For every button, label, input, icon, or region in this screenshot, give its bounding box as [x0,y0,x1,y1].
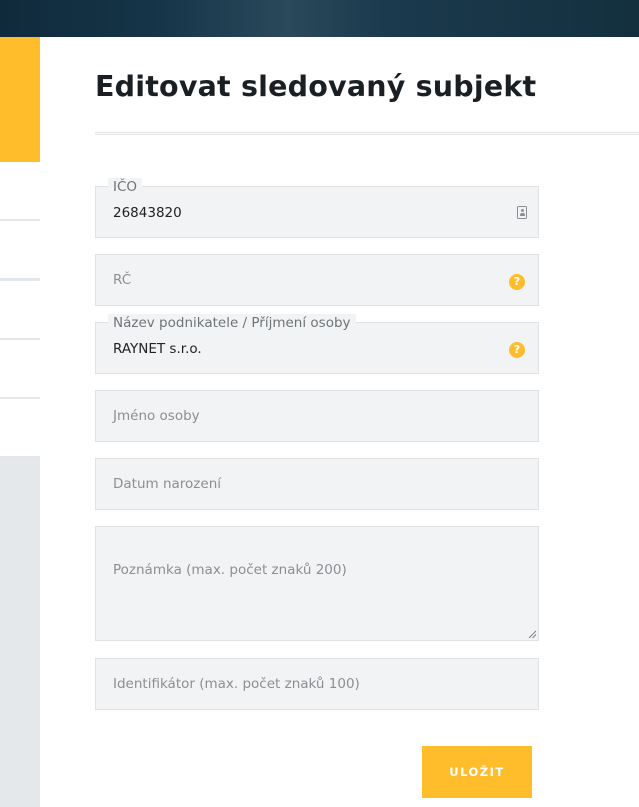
birth-date-field[interactable]: Datum narození [95,458,539,510]
note-placeholder: Poznámka (max. počet znaků 200) [113,562,347,578]
top-header-bar [0,0,639,37]
left-sidebar [0,37,40,807]
ico-label: IČO [108,178,143,196]
identifier-field[interactable]: Identifikátor (max. počet znaků 100) [95,658,539,710]
resize-grip-icon[interactable] [528,630,536,638]
rc-placeholder: RČ [113,272,132,288]
main-content: Editovat sledovaný subjekt IČO 26843820 … [40,37,639,807]
id-card-icon [517,206,527,219]
birth-date-placeholder: Datum narození [113,476,221,492]
ico-field[interactable]: IČO 26843820 [95,178,539,238]
page-title: Editovat sledovaný subjekt [95,70,537,103]
save-button[interactable]: ULOŽIT [422,746,532,798]
first-name-placeholder: Jméno osoby [113,408,200,424]
first-name-field[interactable]: Jméno osoby [95,390,539,442]
rc-help-icon[interactable]: ? [509,274,525,290]
sidebar-item-1[interactable] [0,162,40,220]
note-textarea[interactable]: Poznámka (max. počet znaků 200) [95,526,539,641]
sidebar-active-item[interactable] [0,37,40,162]
ico-value[interactable]: 26843820 [113,205,182,221]
sidebar-item-3[interactable] [0,281,40,339]
sidebar-item-5[interactable] [0,399,40,457]
identifier-placeholder: Identifikátor (max. počet znaků 100) [113,676,360,692]
sidebar-item-4[interactable] [0,340,40,398]
business-name-field[interactable]: Název podnikatele / Příjmení osoby RAYNE… [95,314,539,374]
sidebar-item-2[interactable] [0,221,40,279]
business-name-label: Název podnikatele / Příjmení osoby [108,314,356,332]
business-name-value[interactable]: RAYNET s.r.o. [113,341,202,357]
business-name-help-icon[interactable]: ? [509,342,525,358]
title-divider [95,132,639,135]
rc-field[interactable]: RČ ? [95,254,539,306]
